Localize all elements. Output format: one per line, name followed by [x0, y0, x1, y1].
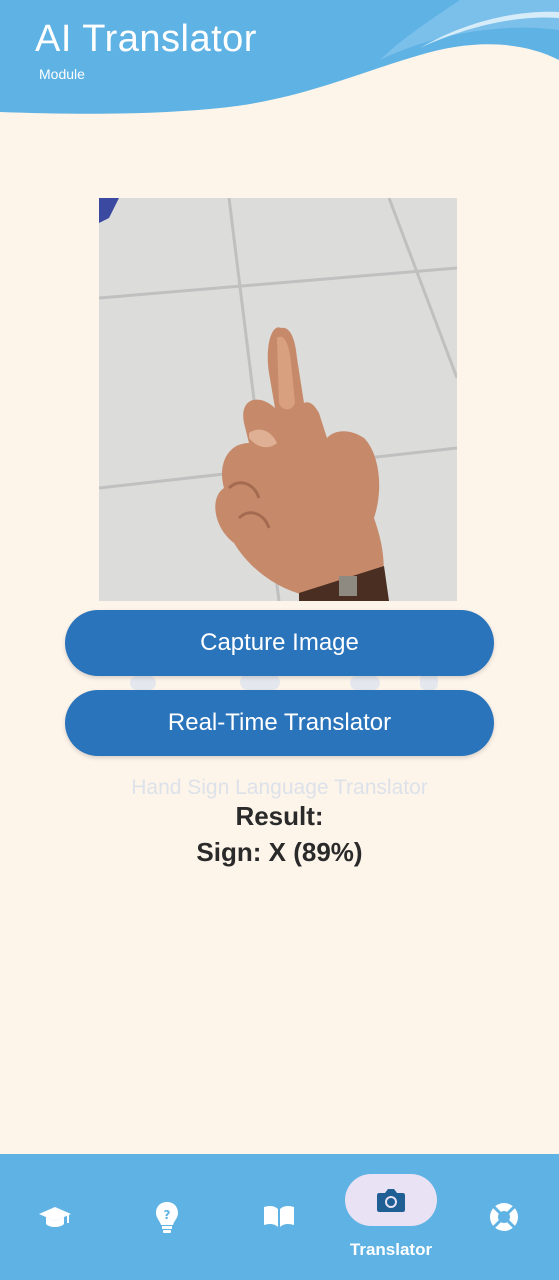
- captured-image-preview: [99, 198, 457, 601]
- app-subtitle: Module: [39, 66, 85, 82]
- nav-item-learn[interactable]: [10, 1154, 100, 1280]
- real-time-translator-button[interactable]: Real-Time Translator: [65, 690, 494, 756]
- nav-label-translator: Translator: [349, 1240, 433, 1259]
- nav-item-help[interactable]: [458, 1154, 548, 1280]
- result-value: Sign: X (89%): [196, 837, 363, 867]
- nav-item-tips[interactable]: ?: [122, 1154, 212, 1280]
- watermark-text: Hand Sign Language Translator: [131, 776, 428, 799]
- graduation-cap-icon: [39, 1207, 71, 1227]
- book-icon: [264, 1205, 294, 1227]
- nav-item-dictionary[interactable]: [234, 1154, 324, 1280]
- app-title: AI Translator: [35, 18, 257, 60]
- app-header: AI Translator Module: [0, 0, 559, 120]
- lifebuoy-icon: [490, 1203, 518, 1231]
- bottom-navigation: ? Translator: [0, 1154, 559, 1280]
- lightbulb-icon: ?: [156, 1202, 178, 1233]
- result-heading: Result:: [235, 801, 324, 831]
- hand-sign-photo: [99, 198, 457, 601]
- camera-icon: [377, 1189, 405, 1212]
- nav-item-translator[interactable]: Translator: [345, 1154, 437, 1280]
- result-panel: Result: Sign: X (89%): [0, 798, 559, 870]
- svg-text:?: ?: [164, 1208, 171, 1222]
- capture-image-button[interactable]: Capture Image: [65, 610, 494, 676]
